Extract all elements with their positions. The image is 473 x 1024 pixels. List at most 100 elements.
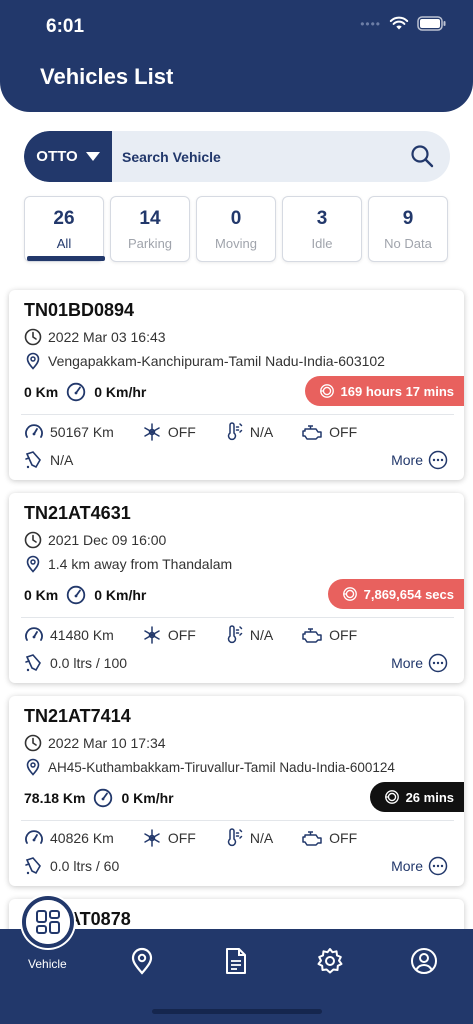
app-header: 6:01 •••• Vehicles List bbox=[0, 0, 473, 112]
location-row: Vengapakkam-Kanchipuram-Tamil Nadu-India… bbox=[24, 352, 385, 370]
sensor-row: 41480 Km OFF N/A OFF bbox=[24, 625, 357, 645]
tab-reports[interactable] bbox=[218, 943, 254, 979]
status-time: 6:01 bbox=[46, 16, 85, 37]
vehicle-plate: TN01BD0894 bbox=[24, 300, 135, 320]
tab-moving[interactable]: 0 Moving bbox=[196, 196, 276, 262]
wifi-icon bbox=[389, 16, 409, 31]
location-row: 1.4 km away from Thandalam bbox=[24, 555, 232, 573]
fuel-nozzle-icon bbox=[24, 450, 44, 470]
active-tab-indicator bbox=[27, 256, 105, 261]
fuel-value: N/A bbox=[50, 452, 74, 468]
group-dropdown[interactable]: OTTO bbox=[24, 131, 112, 182]
more-button[interactable]: More bbox=[391, 653, 448, 673]
speedometer-icon bbox=[66, 382, 86, 402]
location-pin-icon bbox=[24, 352, 42, 370]
vehicle-card[interactable]: TN21AT4631 2021 Dec 09 16:00 1.4 km away… bbox=[9, 493, 464, 683]
speedometer-icon bbox=[66, 585, 86, 605]
fuel-row: 0.0 ltrs / 60 bbox=[24, 856, 119, 876]
odometer-icon bbox=[24, 828, 44, 848]
ac-snowflake-icon bbox=[142, 625, 162, 645]
tab-profile[interactable] bbox=[406, 943, 442, 979]
user-profile-icon bbox=[411, 948, 437, 974]
location-text: 1.4 km away from Thandalam bbox=[48, 556, 233, 572]
more-label: More bbox=[391, 655, 423, 671]
more-dots-icon bbox=[428, 450, 448, 470]
location-row: AH45-Kuthambakkam-Tiruvallur-Tamil Nadu-… bbox=[24, 758, 395, 776]
distance-speed-row: 78.18 Km 0 Km/hr bbox=[24, 788, 174, 808]
speedometer-icon bbox=[93, 788, 113, 808]
tab-count: 9 bbox=[402, 208, 414, 229]
engine-icon bbox=[301, 829, 323, 847]
odometer-value: 40826 Km bbox=[50, 830, 114, 846]
vehicle-plate: TN21AT4631 bbox=[24, 503, 131, 523]
distance-value: 0 Km bbox=[24, 384, 59, 400]
more-button[interactable]: More bbox=[391, 450, 448, 470]
temperature-value: N/A bbox=[249, 830, 274, 846]
document-icon bbox=[226, 948, 246, 974]
gear-icon bbox=[317, 948, 343, 974]
distance-value: 0 Km bbox=[24, 587, 59, 603]
duration-text: 169 hours 17 mins bbox=[340, 383, 454, 399]
home-indicator bbox=[152, 1009, 322, 1014]
divider bbox=[21, 414, 454, 415]
tab-label: Moving bbox=[215, 236, 257, 251]
datetime-row: 2022 Mar 10 17:34 bbox=[24, 734, 166, 752]
map-pin-icon bbox=[131, 947, 153, 975]
vehicle-plate: TN21AT7414 bbox=[24, 706, 131, 726]
tab-count: 26 bbox=[53, 208, 75, 229]
tab-count: 0 bbox=[230, 208, 242, 229]
tab-label: All bbox=[56, 236, 72, 251]
location-text: Vengapakkam-Kanchipuram-Tamil Nadu-India… bbox=[48, 353, 385, 369]
search-bar: OTTO bbox=[24, 131, 450, 182]
speed-value: 0 Km/hr bbox=[94, 587, 147, 603]
tab-label: No Data bbox=[384, 236, 432, 251]
temperature-icon bbox=[224, 828, 244, 848]
distance-speed-row: 0 Km 0 Km/hr bbox=[24, 585, 146, 605]
vehicle-card[interactable]: TN01BD0894 2022 Mar 03 16:43 Vengapakkam… bbox=[9, 290, 464, 480]
location-pin-icon bbox=[24, 555, 42, 573]
tab-vehicle[interactable] bbox=[22, 896, 74, 948]
duration-badge: 7,869,654 secs bbox=[327, 579, 464, 609]
fuel-row: N/A bbox=[24, 450, 73, 470]
engine-status: OFF bbox=[329, 424, 358, 440]
temperature-value: N/A bbox=[249, 627, 274, 643]
odometer-value: 50167 Km bbox=[50, 424, 114, 440]
datetime-row: 2021 Dec 09 16:00 bbox=[24, 531, 166, 549]
last-update-time: 2022 Mar 03 16:43 bbox=[48, 329, 166, 345]
temperature-icon bbox=[224, 422, 244, 442]
divider bbox=[21, 820, 454, 821]
tab-all[interactable]: 26 All bbox=[24, 196, 105, 262]
tab-map[interactable] bbox=[124, 943, 160, 979]
duration-badge: 169 hours 17 mins bbox=[304, 376, 464, 406]
status-filter-tabs: 26 All 14 Parking 0 Moving 3 Idle 9 No D… bbox=[24, 196, 450, 262]
last-update-time: 2021 Dec 09 16:00 bbox=[48, 532, 167, 548]
engine-icon bbox=[301, 423, 323, 441]
more-button[interactable]: More bbox=[391, 856, 448, 876]
more-label: More bbox=[391, 858, 423, 874]
tab-count: 14 bbox=[139, 208, 161, 229]
fuel-value: 0.0 ltrs / 60 bbox=[50, 858, 120, 874]
clock-icon bbox=[24, 734, 42, 752]
duration-text: 26 mins bbox=[405, 789, 454, 805]
ac-status: OFF bbox=[167, 627, 196, 643]
status-icons: •••• bbox=[360, 16, 447, 31]
more-dots-icon bbox=[428, 653, 448, 673]
tab-settings[interactable] bbox=[312, 943, 348, 979]
tab-parking[interactable]: 14 Parking bbox=[110, 196, 190, 262]
tab-count: 3 bbox=[316, 208, 328, 229]
odometer-value: 41480 Km bbox=[50, 627, 114, 643]
search-icon[interactable] bbox=[410, 144, 434, 168]
duration-text: 7,869,654 secs bbox=[363, 586, 454, 602]
idle-icon bbox=[342, 586, 358, 602]
vehicle-card[interactable]: TN21AT7414 2022 Mar 10 17:34 AH45-Kutham… bbox=[9, 696, 464, 886]
fuel-row: 0.0 ltrs / 100 bbox=[24, 653, 127, 673]
fuel-value: 0.0 ltrs / 100 bbox=[50, 655, 128, 671]
search-input[interactable] bbox=[122, 131, 402, 182]
ac-status: OFF bbox=[167, 424, 196, 440]
tab-vehicle-label: Vehicle bbox=[28, 957, 67, 971]
sensor-row: 50167 Km OFF N/A OFF bbox=[24, 422, 357, 442]
tab-idle[interactable]: 3 Idle bbox=[282, 196, 362, 262]
tab-no-data[interactable]: 9 No Data bbox=[368, 196, 448, 262]
temperature-value: N/A bbox=[249, 424, 274, 440]
signal-dots-icon: •••• bbox=[360, 16, 381, 31]
